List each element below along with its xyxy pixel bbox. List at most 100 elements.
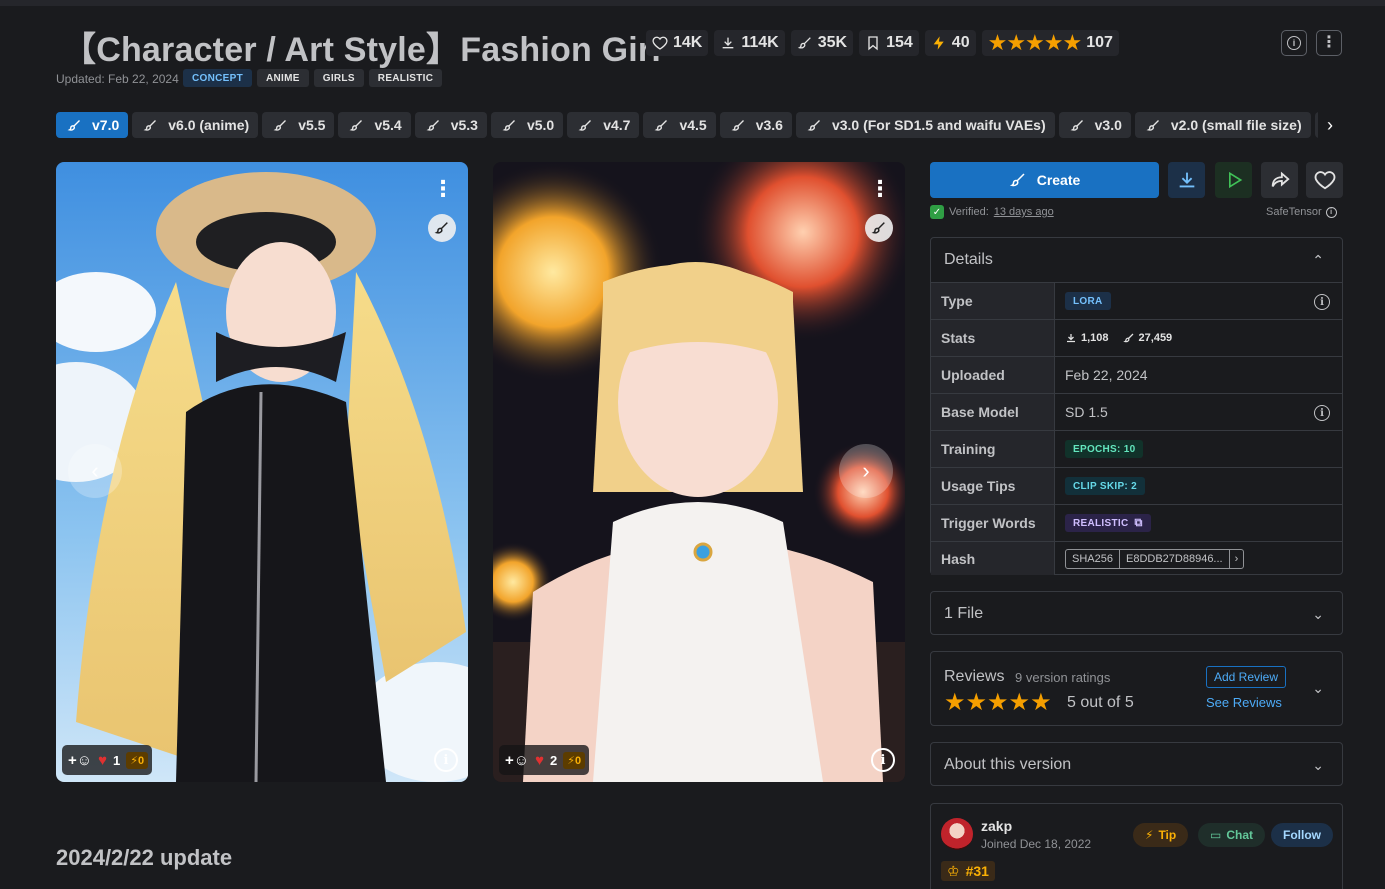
info-button[interactable]: i <box>1281 30 1307 56</box>
scroll-right-icon[interactable]: › <box>1318 112 1342 138</box>
gallery-image-1[interactable]: ⋮ ‹ +☺ ♥ 1 ⚡0 i <box>56 162 468 782</box>
top-divider <box>0 0 1385 6</box>
likes-stat[interactable]: 14K <box>646 30 709 56</box>
type-badge: LORA <box>1065 292 1111 310</box>
gallery-image-2[interactable]: ⋮ › +☺ ♥ 2 ⚡0 i <box>493 162 905 782</box>
tag-girls[interactable]: GIRLS <box>313 69 364 87</box>
follow-button[interactable]: Follow <box>1271 823 1333 847</box>
safetensor-label: SafeTensor <box>1266 206 1322 218</box>
image-options-icon[interactable]: ⋮ <box>869 176 891 202</box>
run-button[interactable] <box>1215 162 1252 198</box>
brush-icon <box>349 119 363 131</box>
version-tab[interactable]: v4.5 <box>643 112 716 138</box>
rating-stat[interactable]: ★★★★★ 107 <box>981 30 1119 56</box>
chat-button[interactable]: ▭ Chat <box>1198 823 1266 847</box>
buzz-stat[interactable]: 40 <box>924 30 976 56</box>
about-title: About this version <box>944 756 1072 773</box>
remix-icon[interactable] <box>865 214 893 242</box>
version-tab[interactable]: v3.0 (For SD1.5 and waifu VAEs) <box>795 112 1055 138</box>
see-reviews-link[interactable]: See Reviews <box>1206 695 1282 710</box>
version-label: v6.0 (anime) <box>168 117 250 133</box>
brush-icon <box>143 119 157 131</box>
info-icon: i <box>1287 36 1301 50</box>
add-review-button[interactable]: Add Review <box>1206 666 1286 688</box>
version-label: v3.0 (For SD1.5 and waifu VAEs) <box>831 117 1046 133</box>
info-icon[interactable]: i <box>1314 405 1330 421</box>
brush-icon <box>426 119 439 131</box>
add-reaction-icon[interactable]: +☺ <box>68 752 92 769</box>
tag-realistic[interactable]: REALISTIC <box>368 69 443 87</box>
more-options-button[interactable]: ⋮ <box>1316 30 1342 56</box>
heart-reaction-icon[interactable]: ♥ <box>535 752 544 769</box>
version-tab[interactable]: v6.0 (anime) <box>132 112 259 138</box>
brush-icon <box>654 119 668 131</box>
heart-icon <box>1314 171 1335 190</box>
trigger-word: REALISTIC <box>1073 517 1129 529</box>
shield-check-icon: ✓ <box>930 205 944 219</box>
brush-icon <box>502 119 515 131</box>
version-tab[interactable]: v5.5 <box>262 112 335 138</box>
remix-icon[interactable] <box>428 214 456 242</box>
tag-anime[interactable]: ANIME <box>257 69 309 87</box>
chevron-down-icon[interactable]: ⌄ <box>1312 680 1324 697</box>
download-button[interactable] <box>1168 162 1205 198</box>
info-icon[interactable]: i <box>1325 206 1337 218</box>
epochs-badge: EPOCHS: 10 <box>1065 440 1144 458</box>
share-button[interactable] <box>1261 162 1298 198</box>
collections-stat[interactable]: 154 <box>859 30 919 56</box>
previous-image-icon[interactable]: ‹ <box>68 444 122 498</box>
detail-row-trigger-words: Trigger Words REALISTIC ⧉ <box>931 504 1342 541</box>
hash-algorithm[interactable]: SHA256 <box>1066 549 1120 568</box>
files-panel[interactable]: 1 File ⌄ <box>930 591 1343 635</box>
details-header[interactable]: Details ⌃ <box>931 238 1342 282</box>
heart-reaction-icon[interactable]: ♥ <box>98 752 107 769</box>
next-image-icon[interactable]: › <box>839 444 893 498</box>
safetensor-indicator: SafeTensor i <box>1266 206 1337 218</box>
version-tab[interactable]: v5.4 <box>338 112 411 138</box>
rank-value: #31 <box>965 863 989 879</box>
updated-date: Updated: Feb 22, 2024 <box>56 72 179 86</box>
tag-concept[interactable]: CONCEPT <box>183 69 252 87</box>
about-version-panel[interactable]: About this version ⌄ <box>930 742 1343 786</box>
reviews-title: Reviews <box>944 668 1005 685</box>
creator-name[interactable]: zakp <box>981 818 1012 834</box>
uploaded-date: Feb 22, 2024 <box>1065 367 1148 383</box>
chevron-right-icon[interactable]: › <box>1230 550 1244 568</box>
tip-button[interactable]: ⚡ Tip <box>1133 823 1189 847</box>
version-tab[interactable]: v7.0 <box>56 112 129 138</box>
version-label: v7.0 <box>92 117 120 133</box>
buzz-tip-badge[interactable]: ⚡0 <box>563 751 586 769</box>
image-info-icon[interactable]: i <box>434 748 458 772</box>
version-tab[interactable]: v3.6 <box>719 112 792 138</box>
buzz-tip-badge[interactable]: ⚡0 <box>126 751 149 769</box>
detail-label: Hash <box>931 542 1055 575</box>
chat-icon: ▭ <box>1210 828 1222 842</box>
buzz-tip-count: 0 <box>574 754 582 767</box>
hash-value[interactable]: E8DDB27D88946... <box>1120 549 1230 568</box>
update-heading: 2024/2/22 update <box>56 845 233 870</box>
verified-time[interactable]: 13 days ago <box>994 206 1054 218</box>
version-tab[interactable]: v5.0 <box>490 112 564 138</box>
generations-stat: 35K <box>790 30 854 56</box>
info-icon[interactable]: i <box>1314 294 1330 310</box>
favorite-button[interactable] <box>1306 162 1343 198</box>
image-info-icon[interactable]: i <box>871 748 895 772</box>
version-tab[interactable]: v3.0 <box>1058 112 1131 138</box>
copy-icon[interactable]: ⧉ <box>1134 517 1142 530</box>
reviews-panel: Reviews 9 version ratings ★★★★★ 5 out of… <box>930 651 1343 726</box>
hash-box[interactable]: SHA256 E8DDB27D88946... › <box>1065 548 1245 569</box>
creator-joined: Joined Dec 18, 2022 <box>981 837 1092 851</box>
version-tab[interactable]: v4.7 <box>567 112 640 138</box>
bookmark-icon <box>868 36 878 51</box>
image-options-icon[interactable]: ⋮ <box>432 176 454 202</box>
version-tab[interactable]: v5.3 <box>414 112 487 138</box>
add-reaction-icon[interactable]: +☺ <box>505 752 529 769</box>
reaction-bar: +☺ ♥ 2 ⚡0 <box>499 745 590 775</box>
version-tab[interactable]: v2.0 (small file size) <box>1134 112 1311 138</box>
detail-label: Base Model <box>931 394 1055 430</box>
avatar[interactable] <box>941 818 973 850</box>
detail-label: Stats <box>931 320 1055 356</box>
verified-status: ✓ Verified: 13 days ago <box>930 205 1054 219</box>
trigger-word-badge[interactable]: REALISTIC ⧉ <box>1065 514 1151 532</box>
create-button[interactable]: Create <box>930 162 1159 198</box>
